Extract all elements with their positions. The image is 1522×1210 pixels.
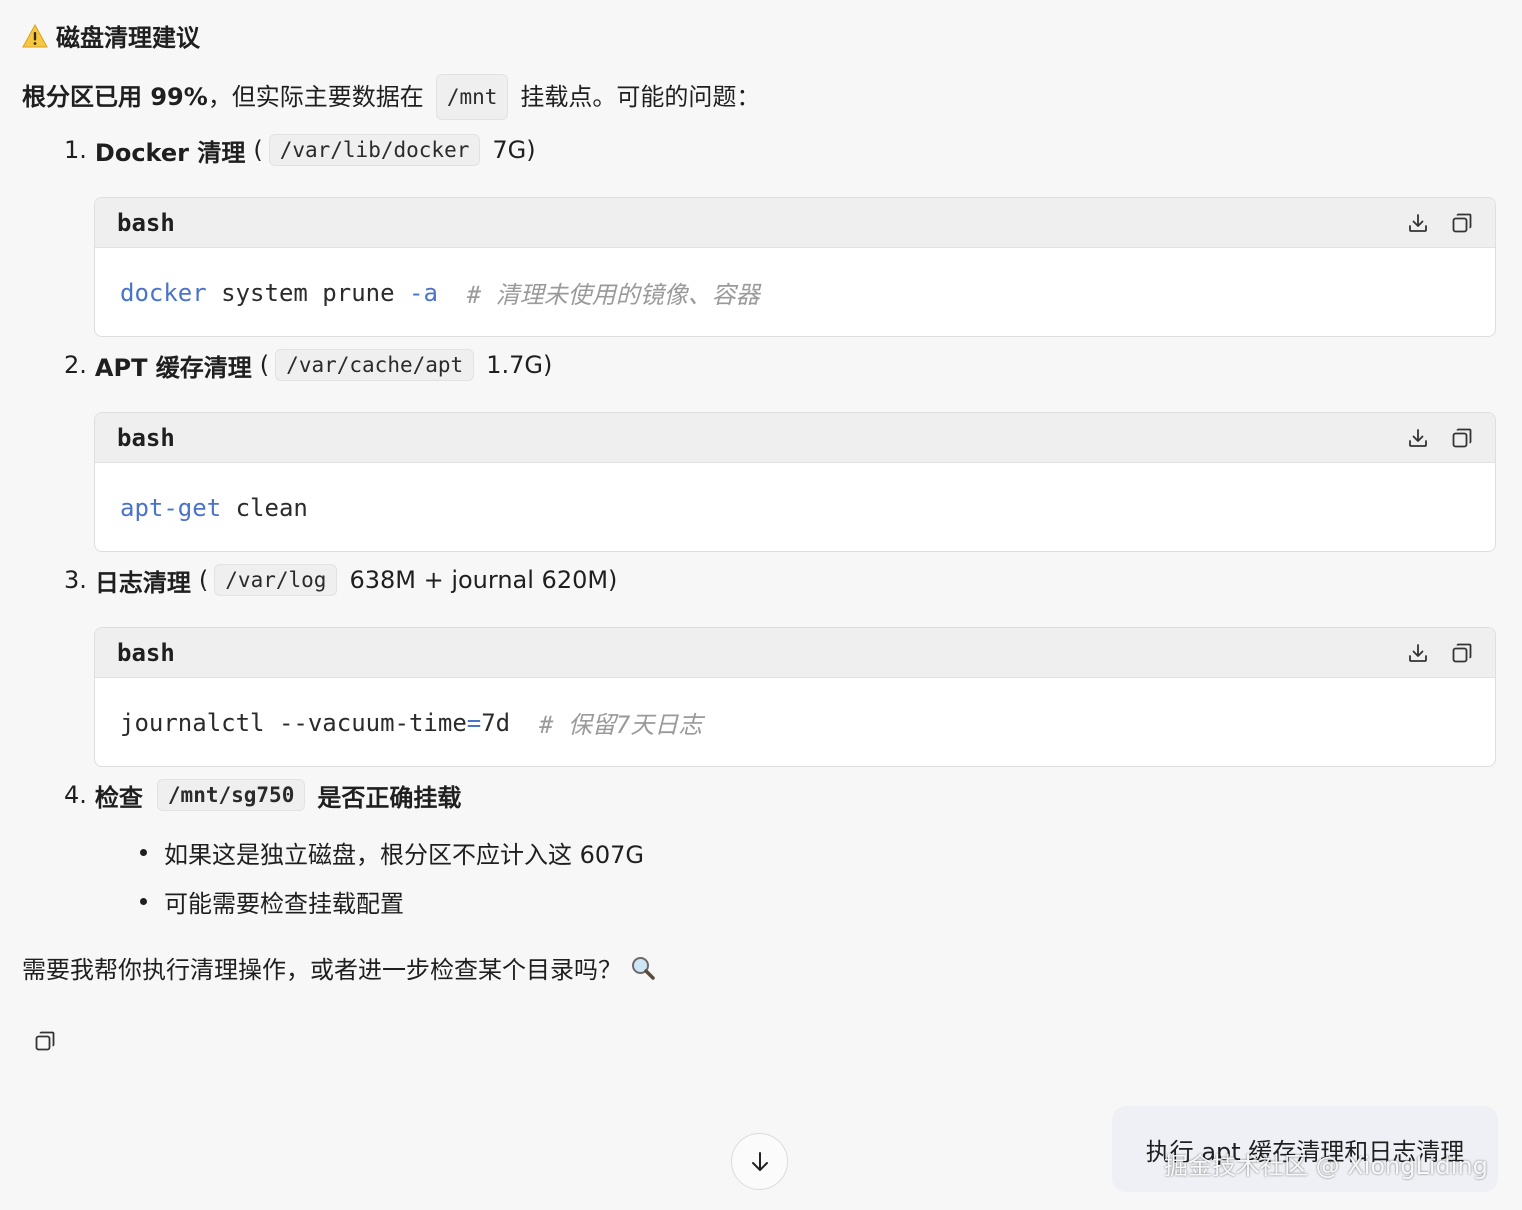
closing-text: 需要我帮你执行清理操作，或者进一步检查某个目录吗？ [22,956,622,984]
chat-message: 磁盘清理建议 根分区已用 99% ，但实际主要数据在 /mnt 挂载点。可能的问… [0,0,1522,1210]
list-item-apt: 2. APT 缓存清理 ( /var/cache/apt 1.7G) [64,345,552,385]
code-token-args: clean [221,493,308,522]
list-item-mount: 4. 检查 /mnt/sg750 是否正确挂载 [64,775,461,815]
copy-icon[interactable] [1451,212,1473,234]
code-line[interactable]: journalctl --vacuum-time = 7d # 保留7天日志 [95,678,1495,766]
bullet-text: 可能需要检查挂载配置 [164,889,404,918]
code-line[interactable]: docker system prune -a # 清理未使用的镜像、容器 [95,248,1495,336]
inline-code-path: /var/cache/apt [275,349,475,381]
code-language-label: bash [117,638,175,667]
paren-open: ( [259,351,270,379]
code-block-journal: bash journalctl --vacuum-time = 7d # 保留7天日… [94,627,1496,767]
item-title-suffix: 是否正确挂载 [317,783,462,812]
inline-code-path: /var/lib/docker [268,134,481,166]
intro-paragraph: 根分区已用 99% ，但实际主要数据在 /mnt 挂载点。可能的问题： [22,74,760,120]
intro-bold: 根分区已用 99% [22,83,208,111]
list-number: 1. [64,136,87,164]
code-block-header: bash [95,413,1495,463]
code-token-command: apt-get [120,493,222,522]
inline-code-path: /var/log [214,564,338,596]
list-number: 2. [64,351,87,379]
code-comment: # 清理未使用的镜像、容器 [437,281,760,309]
code-token-option: -a [409,278,438,307]
item-title: Docker 清理 [94,138,246,167]
warning-icon [22,23,48,47]
code-comment: # 保留7天日志 [510,711,703,739]
paren-open: ( [198,566,209,594]
intro-text-2: 挂载点。可能的问题： [520,83,761,111]
heading-text: 磁盘清理建议 [56,24,200,52]
arrow-down-icon [751,1151,768,1171]
list-number: 3. [64,566,87,594]
code-line[interactable]: apt-get clean [95,463,1495,551]
inline-code-mnt: /mnt [435,74,509,120]
download-icon[interactable] [1407,427,1429,449]
inline-code-path: /mnt/sg750 [156,779,306,811]
copy-icon[interactable] [1451,642,1473,664]
list-number: 4. [64,781,87,809]
download-icon[interactable] [1407,642,1429,664]
item-title: APT 缓存清理 [94,353,252,382]
item-title: 检查 [94,783,143,812]
code-language-label: bash [117,423,175,452]
bullet-text: 如果这是独立磁盘，根分区不应计入这 607G [164,840,645,869]
download-icon[interactable] [1407,212,1429,234]
code-block-docker: bash docker system prune -a # 清理未使用的镜像、容… [94,197,1496,337]
item-title: 日志清理 [94,568,191,597]
closing-paragraph: 需要我帮你执行清理操作，或者进一步检查某个目录吗？ [22,950,656,985]
code-token-value: 7d [481,708,511,737]
code-token-operator: = [466,708,482,737]
section-heading: 磁盘清理建议 [22,18,200,53]
code-token-args: system prune [206,278,409,307]
intro-text-1: ，但实际主要数据在 [207,83,424,111]
code-block-apt: bash apt-get clean [94,412,1496,552]
list-item-docker: 1. Docker 清理 ( /var/lib/docker 7G) [64,130,536,170]
magnifier-icon [632,956,655,980]
code-block-header: bash [95,198,1495,248]
code-language-label: bash [117,208,175,237]
bullet-list: 如果这是独立磁盘，根分区不应计入这 607G 可能需要检查挂载配置 [140,834,644,932]
copy-icon[interactable] [34,1030,56,1052]
paren-open: ( [253,136,263,164]
item-size: 638M + journal 620M) [349,566,618,594]
item-size: 7G) [492,136,536,164]
copy-icon[interactable] [1451,427,1473,449]
watermark-text: 掘金技术社区 @ XiongLiding [1164,1152,1488,1180]
scroll-to-bottom-button[interactable] [731,1133,788,1190]
bullet-item: 可能需要检查挂载配置 [140,883,644,919]
bullet-item: 如果这是独立磁盘，根分区不应计入这 607G [140,834,644,870]
code-block-header: bash [95,628,1495,678]
code-token-command: journalctl --vacuum-time [120,708,467,737]
item-size: 1.7G) [486,351,553,379]
list-item-logs: 3. 日志清理 ( /var/log 638M + journal 620M) [64,560,617,600]
code-token-command: docker [120,278,207,307]
